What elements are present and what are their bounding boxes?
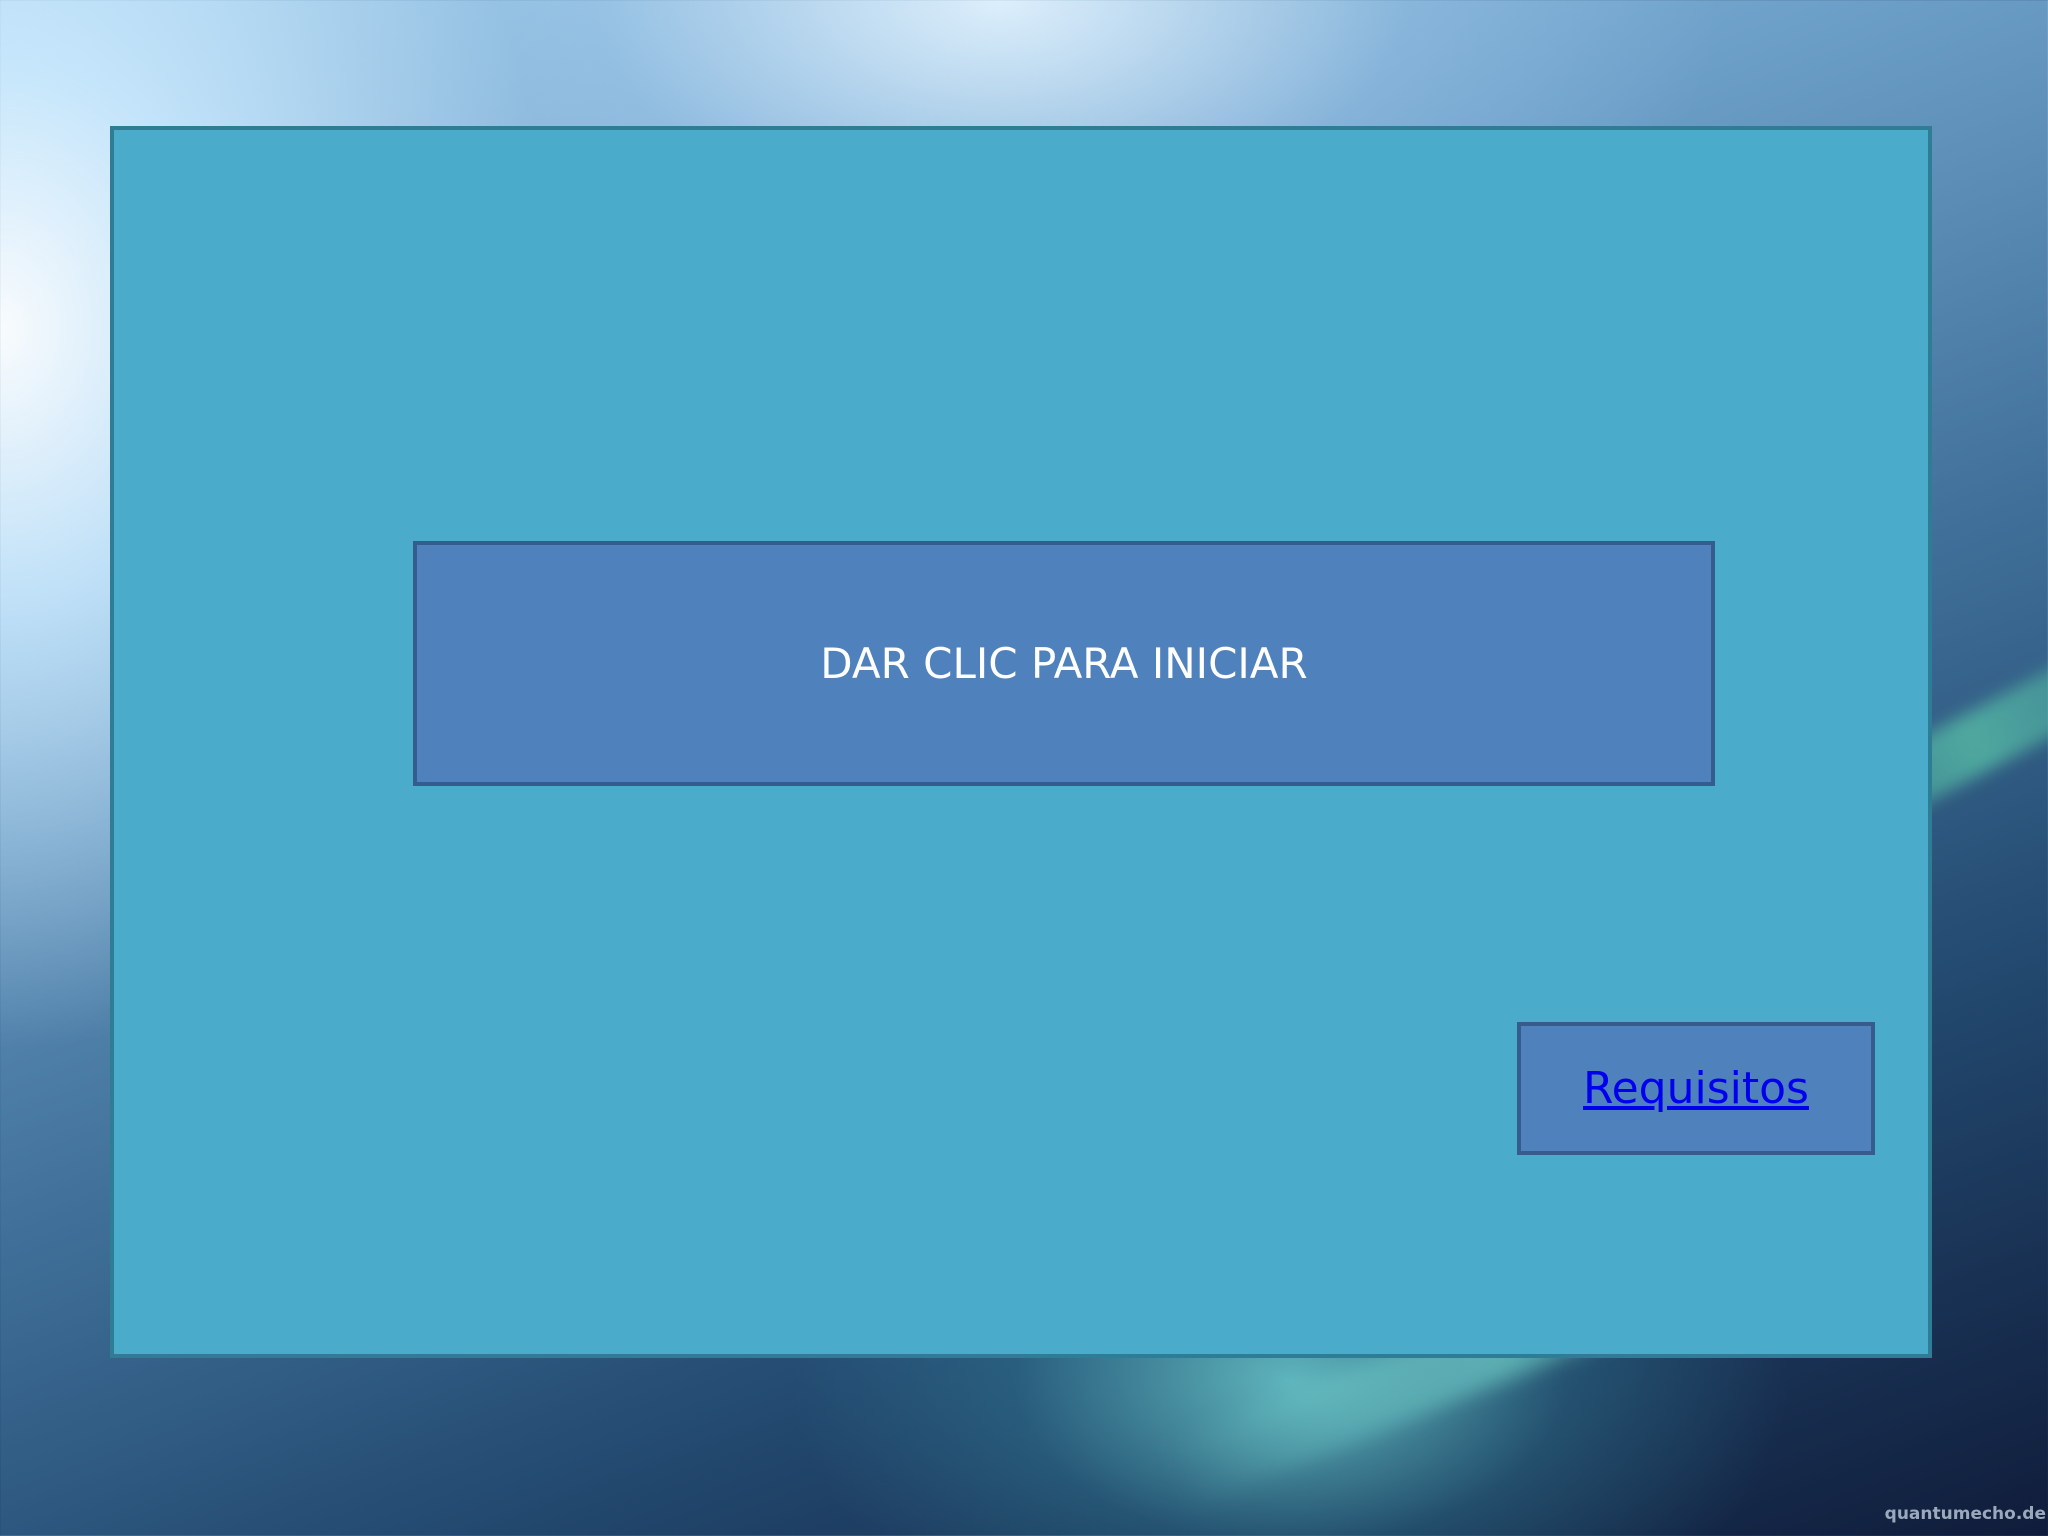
- watermark: quantumecho.de: [1884, 1504, 2046, 1524]
- start-button-label: DAR CLIC PARA INICIAR: [820, 639, 1308, 688]
- requirements-link[interactable]: Requisitos: [1583, 1063, 1809, 1114]
- requirements-button[interactable]: Requisitos: [1517, 1022, 1875, 1155]
- start-button[interactable]: DAR CLIC PARA INICIAR: [413, 541, 1715, 786]
